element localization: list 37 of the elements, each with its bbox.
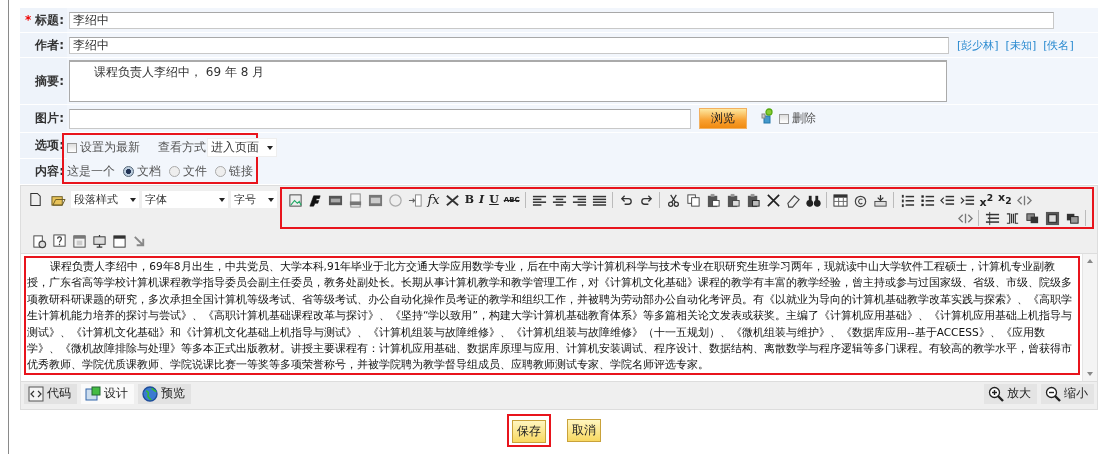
- author-link[interactable]: [彭少林]: [957, 37, 999, 53]
- toolbar-button[interactable]: I: [478, 193, 485, 207]
- field-label: 摘要:: [35, 72, 64, 90]
- radio-label: 文档: [137, 163, 161, 179]
- mode-tab[interactable]: 设计: [81, 383, 134, 404]
- zoom-button[interactable]: 放大: [984, 383, 1037, 404]
- radio-label: 链接: [229, 163, 253, 179]
- required-mark: *: [24, 13, 32, 27]
- zoom-button[interactable]: 缩小: [1041, 383, 1094, 404]
- field-label: 标题:: [35, 11, 64, 29]
- field-label: 图片:: [35, 110, 64, 127]
- toolbar-select[interactable]: 字体: [142, 191, 228, 208]
- checkbox-label: 设置为最新: [80, 140, 140, 156]
- toolbar-button[interactable]: U: [489, 193, 499, 207]
- toolbar-select[interactable]: 字号: [231, 191, 277, 208]
- author-field[interactable]: 李绍中: [69, 36, 949, 54]
- title-field[interactable]: 李绍中: [69, 11, 1054, 29]
- view-mode-select[interactable]: 进入页面: [207, 138, 277, 158]
- editor-text: 课程负责人李绍中，69年8月出生，中共党员、大学本科,91年毕业于北方交通大学应用数学专业，后在中南大学计算机科学与技术专业在职研究生班学习两年，现就读中山大学软件工程硕士，计算机专业副教授，广东省高等学校计算机课程教学指导委员会副主任委员，教务处副处长。长期从事计算机教学和教学管理工作，对《计算机文化基础》课程的教学有丰富的教学经验，曾主持或参与过国家级、省级、市级、院级多项教研科研课题的研究，多次承担全国计算机等级考试、省等级考试、办公自动化操作员考证的教学和组织工作，并被聘为劳动部办公自动化考评员。有《以就业为导向的计算机基础教学改革实践与探索》、《高职学生计算机能力培养的探讨与尝试》、《高职计算机基础课程改革与探讨》、《坚持“学以致用”，构建大学计算机基础教育体系》等多篇相关论文发表或获奖。主编了《计算机应用基础》、《计算机应用基础上机指导与测试》、《计算机文化基础》和《计算机文化基础上机指导与测试》、《计算机组装与故障维修》、《计算机组装与故障维修》（十一五规划）、《微机组装与维护》、《数据库应用--基于ACCESS》、《应用数学》、《微机故障排除与处理》等多本正式出版教材。讲授主要课程有：计算机应用基础、数据库原理与应用、计算机安装调试、程序设计、数据结构、离散数学与程序逻辑等多门课程。有较高的教学水平，曾获得市优秀教师、学院优质课教师、学院说课比赛一等奖等多项荣誉称号，并被学院聘为教学督导组成员、应聘教师测试专家、学院名师评选专家。: [24, 256, 1080, 375]
- mode-tab[interactable]: 代码: [24, 383, 77, 404]
- browse-button[interactable]: 浏览: [699, 108, 747, 129]
- view-mode-label: 查看方式: [158, 140, 206, 156]
- cancel-button[interactable]: 取消: [567, 418, 601, 442]
- toolbar-button[interactable]: fx: [427, 193, 440, 207]
- radio-label: 文件: [183, 163, 207, 179]
- field-label: 作者:: [35, 36, 64, 54]
- checkbox-label: 删除: [792, 111, 816, 126]
- toolbar-button[interactable]: B: [464, 193, 474, 207]
- author-link[interactable]: [未知]: [1005, 37, 1037, 53]
- toolbar-select[interactable]: 段落样式: [71, 191, 139, 208]
- toolbar-button[interactable]: x$_{2}$: [998, 191, 1012, 209]
- summary-field[interactable]: 课程负责人李绍中， 69 年 8 月: [69, 60, 947, 102]
- content-type-label: 这是一个: [67, 163, 115, 179]
- save-button[interactable]: 保存: [512, 419, 546, 443]
- toolbar-button[interactable]: x$^{2}$: [979, 190, 994, 210]
- author-link[interactable]: [佚名]: [1043, 37, 1074, 53]
- mode-tab[interactable]: 预览: [138, 383, 191, 404]
